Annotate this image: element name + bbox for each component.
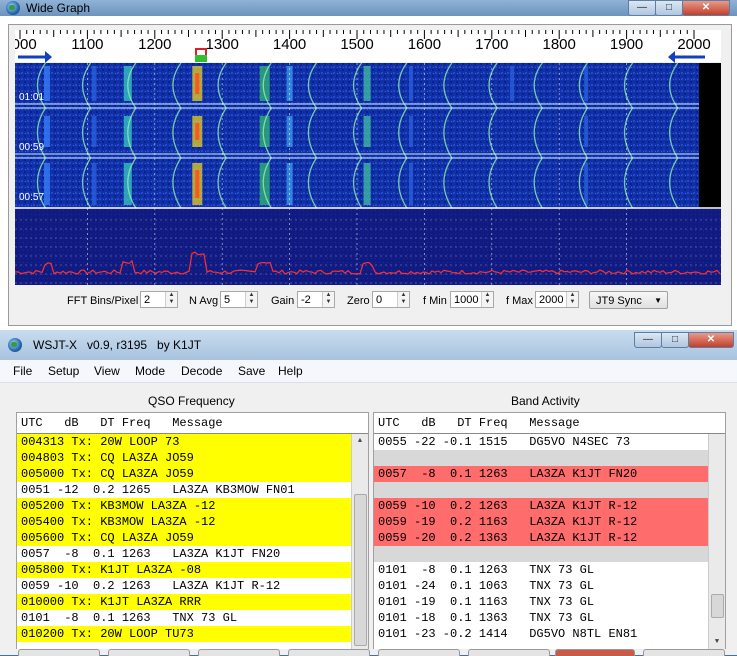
close-button[interactable]: ✕ bbox=[682, 0, 730, 16]
qso-row[interactable]: 0057 -8 0.1 1263 LA3ZA K1JT FN20 bbox=[17, 546, 351, 562]
band-header: UTC dB DT Freq Message bbox=[374, 413, 725, 434]
qso-frequency-title: QSO Frequency bbox=[148, 394, 235, 408]
frequency-tick-label: 1100 bbox=[71, 36, 103, 53]
qso-row[interactable]: 0051 -12 0.2 1265 LA3ZA KB3MOW FN01 bbox=[17, 482, 351, 498]
scroll-up-icon[interactable]: ▲ bbox=[352, 434, 368, 448]
minimize-button[interactable]: — bbox=[628, 0, 656, 16]
qso-scrollbar[interactable]: ▲ bbox=[351, 434, 368, 649]
menu-bar: File Setup View Mode Decode Save Help bbox=[0, 360, 737, 383]
menu-save[interactable]: Save bbox=[238, 364, 265, 378]
qso-row[interactable]: 010000 Tx: K1JT LA3ZA RRR bbox=[17, 594, 351, 610]
menu-decode[interactable]: Decode bbox=[181, 364, 222, 378]
wsjtx-title: WSJT-X v0.9, r3195 by K1JT bbox=[33, 338, 202, 352]
fft-bins-spinbox[interactable]: 2 ▲ ▼ bbox=[140, 291, 178, 308]
frequency-tick-label: 1700 bbox=[475, 36, 508, 53]
gain-label: Gain bbox=[271, 295, 295, 307]
qso-header: UTC dB DT Freq Message bbox=[17, 413, 368, 434]
frequency-tick-label: 1400 bbox=[273, 36, 306, 53]
time-label: 01:01 bbox=[19, 92, 44, 103]
fmax-label: f Max bbox=[506, 295, 533, 307]
globe-icon bbox=[8, 338, 22, 352]
gain-spinbox[interactable]: -2 ▲ ▼ bbox=[297, 291, 335, 308]
fft-bins-label: FFT Bins/Pixel bbox=[67, 295, 139, 307]
fmax-spinbox[interactable]: 2000 ▲ ▼ bbox=[535, 291, 579, 308]
wide-graph-controls: FFT Bins/Pixel 2 ▲ ▼ N Avg 5 ▲ ▼ Gain -2 ▲ ▼ Z… bbox=[0, 289, 737, 313]
qso-row[interactable]: 005200 Tx: KB3MOW LA3ZA -12 bbox=[17, 498, 351, 514]
wsjtx-titlebar[interactable]: WSJT-X v0.9, r3195 by K1JT — □ ✕ bbox=[0, 330, 737, 360]
fmin-label: f Min bbox=[423, 295, 447, 307]
qso-row[interactable]: 004803 Tx: CQ LA3ZA JO59 bbox=[17, 450, 351, 466]
band-row[interactable]: 0055 -22 -0.1 1515 DG5VO N4SEC 73 bbox=[374, 434, 708, 450]
frequency-tick-label: 1900 bbox=[610, 36, 643, 53]
fmin-spinbox[interactable]: 1000 ▲ ▼ bbox=[450, 291, 494, 308]
menu-mode[interactable]: Mode bbox=[135, 364, 165, 378]
qso-row[interactable]: 005400 Tx: KB3MOW LA3ZA -12 bbox=[17, 514, 351, 530]
time-label: 00:57 bbox=[19, 192, 44, 203]
separator-row bbox=[374, 546, 708, 562]
menu-view[interactable]: View bbox=[94, 364, 120, 378]
green-marker-icon bbox=[195, 55, 207, 62]
frequency-tick-label: 1000 bbox=[15, 36, 37, 53]
qso-row[interactable]: 004313 Tx: 20W LOOP 73 bbox=[17, 434, 351, 450]
frequency-tick-label: 1600 bbox=[408, 36, 441, 53]
separator-row bbox=[374, 482, 708, 498]
qso-row[interactable]: 010200 Tx: 20W LOOP TU73 bbox=[17, 626, 351, 642]
navg-label: N Avg bbox=[189, 295, 219, 307]
wide-graph-titlebar[interactable]: Wide Graph — □ ✕ bbox=[0, 0, 737, 16]
band-row[interactable]: 0101 -19 0.1 1163 TNX 73 GL bbox=[374, 594, 708, 610]
menu-help[interactable]: Help bbox=[278, 364, 303, 378]
maximize-button[interactable]: □ bbox=[655, 0, 683, 16]
waterfall-display[interactable]: 1000 1100 1200 1300 1400 1500 1600 1700 1800 1900… bbox=[15, 30, 721, 285]
wide-graph-window: Wide Graph — □ ✕ 1000 1100 1200 1300 1400 150… bbox=[0, 0, 737, 330]
menu-file[interactable]: File bbox=[13, 364, 32, 378]
frequency-tick-label: 2000 bbox=[677, 36, 710, 53]
frequency-tick-label: 1500 bbox=[340, 36, 373, 53]
scroll-down-icon[interactable]: ▼ bbox=[709, 635, 725, 649]
band-row[interactable]: 0101 -18 0.1 1363 TNX 73 GL bbox=[374, 610, 708, 626]
time-label: 00:59 bbox=[19, 142, 44, 153]
band-row[interactable]: 0057 -8 0.1 1263 LA3ZA K1JT FN20 bbox=[374, 466, 708, 482]
band-activity-list[interactable]: UTC dB DT Freq Message 0055 -22 -0.1 151… bbox=[373, 412, 726, 650]
qso-frequency-list[interactable]: UTC dB DT Freq Message 004313 Tx: 20W LO… bbox=[16, 412, 369, 650]
band-scrollbar[interactable]: ▼ bbox=[708, 434, 725, 649]
band-activity-title: Band Activity bbox=[511, 394, 580, 408]
band-row[interactable]: 0101 -8 0.1 1263 TNX 73 GL bbox=[374, 562, 708, 578]
menu-setup[interactable]: Setup bbox=[48, 364, 79, 378]
globe-icon bbox=[6, 1, 20, 15]
button-strip bbox=[0, 649, 737, 656]
close-button[interactable]: ✕ bbox=[688, 332, 734, 348]
wsjtx-window: WSJT-X v0.9, r3195 by K1JT — □ ✕ File Se… bbox=[0, 330, 737, 656]
minimize-button[interactable]: — bbox=[634, 332, 662, 348]
qso-row[interactable]: 005600 Tx: CQ LA3ZA JO59 bbox=[17, 530, 351, 546]
band-row[interactable]: 0059 -19 0.2 1163 LA3ZA K1JT R-12 bbox=[374, 514, 708, 530]
sync-mode-select[interactable]: JT9 Sync ▼ bbox=[589, 291, 668, 309]
maximize-button[interactable]: □ bbox=[661, 332, 689, 348]
frequency-tick-label: 1800 bbox=[543, 36, 576, 53]
qso-row[interactable]: 0059 -10 0.2 1263 LA3ZA K1JT R-12 bbox=[17, 578, 351, 594]
frequency-tick-label: 1200 bbox=[138, 36, 171, 53]
qso-row[interactable]: 0101 -8 0.1 1263 TNX 73 GL bbox=[17, 610, 351, 626]
band-row[interactable]: 0101 -24 0.1 1063 TNX 73 GL bbox=[374, 578, 708, 594]
qso-row[interactable]: 005000 Tx: CQ LA3ZA JO59 bbox=[17, 466, 351, 482]
wide-graph-title: Wide Graph bbox=[26, 1, 91, 15]
separator-row bbox=[374, 450, 708, 466]
navg-spinbox[interactable]: 5 ▲ ▼ bbox=[220, 291, 258, 308]
chevron-down-icon: ▼ bbox=[654, 296, 662, 305]
zero-spinbox[interactable]: 0 ▲ ▼ bbox=[372, 291, 410, 308]
qso-row[interactable]: 005800 Tx: K1JT LA3ZA -08 bbox=[17, 562, 351, 578]
band-row[interactable]: 0059 -10 0.2 1263 LA3ZA K1JT R-12 bbox=[374, 498, 708, 514]
band-row[interactable]: 0101 -23 -0.2 1414 DG5VO N8TL EN81 bbox=[374, 626, 708, 642]
zero-label: Zero bbox=[347, 295, 370, 307]
band-row[interactable]: 0059 -20 0.2 1363 LA3ZA K1JT R-12 bbox=[374, 530, 708, 546]
frequency-tick-label: 1300 bbox=[206, 36, 239, 53]
